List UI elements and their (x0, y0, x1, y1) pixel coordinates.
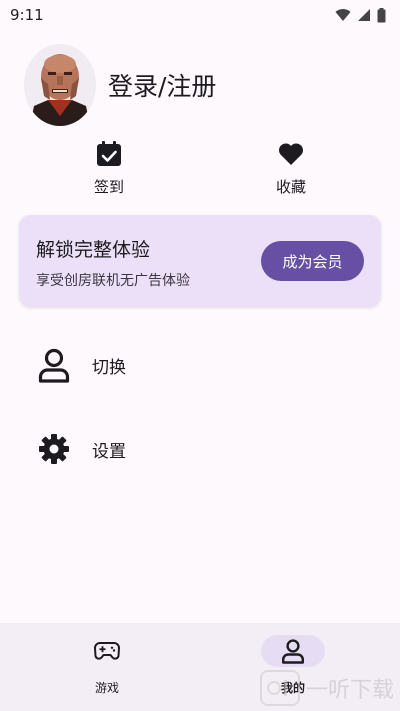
person-icon (38, 348, 70, 383)
person-icon (282, 639, 304, 664)
favorites-button[interactable]: 收藏 (246, 140, 336, 197)
avatar[interactable] (24, 44, 96, 126)
menu-item-settings[interactable]: 设置 (36, 433, 126, 465)
vip-card: 解锁完整体验 享受创房联机无广告体验 成为会员 (19, 215, 381, 307)
watermark-text: 一听下载 (305, 678, 394, 703)
calendar-check-icon (97, 141, 121, 166)
gear-icon (39, 434, 69, 464)
status-bar: 9:11 (0, 0, 400, 30)
favorites-label: 收藏 (275, 178, 306, 196)
watermark: 一听下载 (259, 670, 394, 706)
quick-actions: 签到 收藏 (0, 140, 400, 200)
become-member-button[interactable]: 成为会员 (261, 241, 364, 281)
status-icons (335, 7, 386, 23)
watermark-logo (259, 670, 300, 706)
vip-subtitle: 享受创房联机无广告体验 (36, 273, 190, 289)
vip-title: 解锁完整体验 (36, 239, 151, 261)
status-time: 9:11 (10, 6, 44, 24)
gamepad-icon (94, 642, 120, 660)
nav-tab-games[interactable]: 游戏 (57, 635, 157, 696)
wifi-icon (335, 9, 351, 21)
menu-item-switch-label: 切换 (92, 357, 126, 378)
avatar-image (24, 44, 96, 126)
nav-tab-games-label: 游戏 (94, 681, 119, 695)
menu-item-switch[interactable]: 切换 (36, 347, 126, 383)
heart-icon (278, 143, 304, 165)
menu-item-settings-label: 设置 (92, 441, 126, 462)
checkin-button[interactable]: 签到 (64, 140, 154, 197)
profile-header[interactable]: 登录/注册 (24, 44, 216, 126)
login-register-link[interactable]: 登录/注册 (108, 67, 216, 103)
signal-icon (358, 9, 370, 21)
battery-icon (377, 7, 386, 22)
checkin-label: 签到 (93, 178, 124, 196)
